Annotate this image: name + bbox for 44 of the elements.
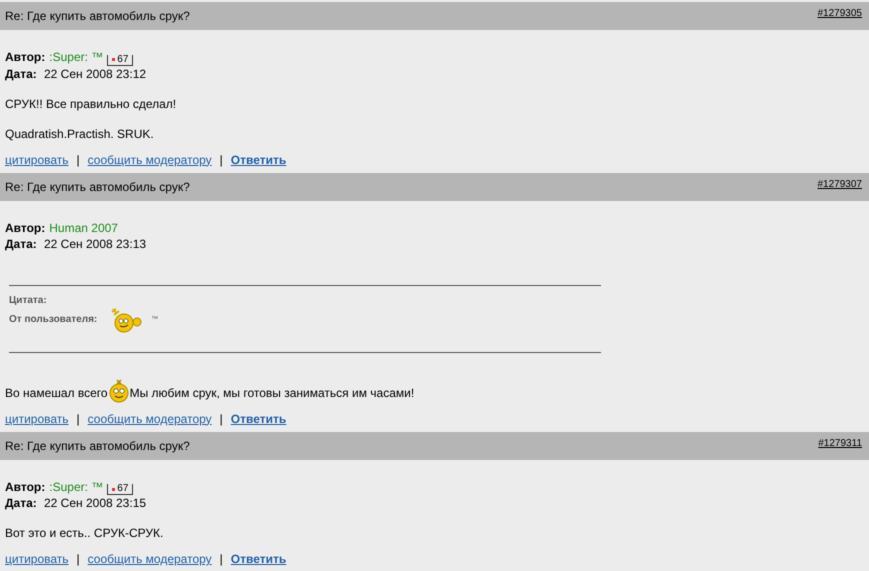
date-label: Дата: xyxy=(5,66,38,82)
reply-link[interactable]: Ответить xyxy=(230,152,286,166)
post-date: 22 Сен 2008 23:15 xyxy=(44,495,146,511)
separator: | xyxy=(76,552,80,566)
separator: | xyxy=(220,552,223,566)
author-label: Автор: xyxy=(5,478,46,494)
author-label: Автор: xyxy=(5,220,46,236)
post-text: СРУК!! Все правильно сделал! xyxy=(5,96,178,112)
quote-label: Цитата: xyxy=(9,294,47,306)
separator: | xyxy=(76,152,80,166)
post-date: 22 Сен 2008 23:13 xyxy=(44,236,146,252)
post-text: Во намешал всего xyxy=(5,384,108,400)
post-title: Re: Где купить автомобиль срук? xyxy=(5,180,190,194)
post-text: Мы любим срук, мы готовы заниматься им часами! xyxy=(130,384,414,400)
post-text: Quadratish.Practish. SRUK. xyxy=(5,126,155,142)
smiley-icon xyxy=(108,378,129,402)
author-name[interactable]: Human 2007 xyxy=(49,220,118,236)
post-title: Re: Где купить автомобиль срук? xyxy=(5,438,190,452)
action-link[interactable]: цитировать xyxy=(5,552,69,566)
action-link[interactable]: сообщить модератору xyxy=(88,552,212,566)
rating-badge: 67 xyxy=(107,484,134,495)
reply-link[interactable]: Ответить xyxy=(230,552,286,566)
date-label: Дата: xyxy=(5,495,38,511)
author-name[interactable]: :Super: ™ xyxy=(49,478,104,494)
author-label: Автор: xyxy=(5,49,46,65)
post-text: Вот это и есть.. СРУК-СРУК. xyxy=(5,525,164,541)
separator: | xyxy=(220,152,223,166)
separator: | xyxy=(76,412,80,426)
action-link[interactable]: сообщить модератору xyxy=(88,152,212,166)
action-link[interactable]: цитировать xyxy=(5,152,69,166)
quote-author-label: От пользователя: xyxy=(9,314,98,325)
waving-smiley-icon xyxy=(111,308,144,334)
date-label: Дата: xyxy=(5,236,38,252)
post-number-link[interactable]: #1279307 xyxy=(818,178,862,190)
separator: | xyxy=(220,412,223,426)
post-number-link[interactable]: #1279305 xyxy=(818,8,862,19)
post-title: Re: Где купить автомобиль срук? xyxy=(5,9,190,23)
author-name[interactable]: :Super: ™ xyxy=(49,49,104,65)
post-number-link[interactable]: #1279311 xyxy=(818,438,862,448)
action-link[interactable]: цитировать xyxy=(5,412,69,426)
rating-badge: 67 xyxy=(107,54,134,66)
post-date: 22 Сен 2008 23:12 xyxy=(44,66,146,82)
action-link[interactable]: сообщить модератору xyxy=(88,412,212,426)
reply-link[interactable]: Ответить xyxy=(230,412,286,426)
